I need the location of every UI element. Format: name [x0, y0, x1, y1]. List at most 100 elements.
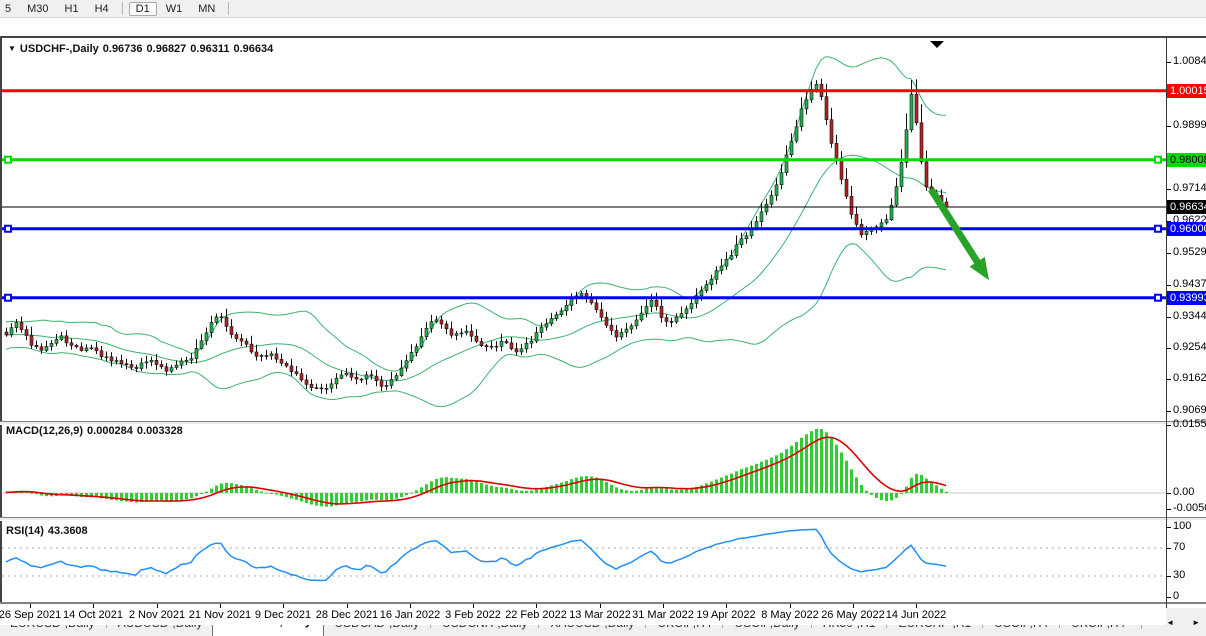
support-blue-line-2-price-label: 0.93993 — [1167, 291, 1206, 305]
price-tick-tick — [1166, 411, 1171, 412]
price-tick: 0.93445 — [1173, 310, 1206, 322]
rsi-tick: 0 — [1173, 590, 1179, 602]
price-marker-triangle-icon[interactable] — [930, 41, 944, 48]
rsi-name: RSI(14) — [6, 525, 44, 537]
timeframe-toolbar: 5M30H1H4 D1W1MN — [0, 0, 1206, 18]
date-tick — [853, 604, 854, 608]
macd-tick: 0.01555 — [1173, 418, 1206, 430]
time-axis[interactable]: 26 Sep 202114 Oct 20212 Nov 202121 Nov 2… — [0, 604, 1166, 625]
macd-tick: -0.00507 — [1173, 502, 1206, 514]
toolbar-divider — [228, 2, 229, 15]
rsi-line — [6, 529, 946, 580]
date-tick — [790, 604, 791, 608]
macd-indicator-label: MACD(12,26,9)0.0002840.003328 — [6, 425, 187, 437]
price-tick: 0.92545 — [1173, 341, 1206, 353]
macd-tick-tick — [1166, 493, 1171, 494]
close-value: 0.96634 — [233, 43, 273, 55]
rsi-indicator-label: RSI(14)43.3608 — [6, 525, 92, 537]
window-border — [0, 36, 1206, 38]
rsi-tick: 30 — [1173, 569, 1185, 581]
timeframe-button-m30[interactable]: M30 — [20, 2, 55, 16]
date-tick — [473, 604, 474, 608]
date-label: 2 Nov 2021 — [122, 609, 192, 621]
low-value: 0.96311 — [190, 43, 229, 55]
candlesticks[interactable] — [5, 79, 948, 395]
timeframe-button-w1[interactable]: W1 — [159, 2, 190, 16]
date-label: 14 Jun 2022 — [881, 609, 951, 621]
support-blue-line-1-price-label: 0.96000 — [1167, 222, 1206, 236]
rsi-tick-tick — [1166, 527, 1171, 528]
date-tick — [536, 604, 537, 608]
rsi-tick-tick — [1166, 576, 1171, 577]
date-tick — [726, 604, 727, 608]
macd-histogram — [5, 429, 948, 507]
date-label: 13 Mar 2022 — [565, 609, 635, 621]
price-tick: 1.00845 — [1173, 55, 1206, 67]
timeframe-button-h4[interactable]: H4 — [88, 2, 116, 16]
date-tick — [93, 604, 94, 608]
date-label: 21 Nov 2021 — [185, 609, 255, 621]
resistance-red-line-price-label: 1.00015 — [1167, 84, 1206, 98]
rsi-tick: 100 — [1173, 520, 1191, 532]
open-value: 0.96736 — [103, 43, 143, 55]
price-tick: 0.94370 — [1173, 278, 1206, 290]
date-label: 9 Dec 2021 — [248, 609, 318, 621]
timeframe-button-h1[interactable]: H1 — [58, 2, 86, 16]
macd-main-value: 0.000284 — [87, 425, 133, 437]
price-tick: 0.98995 — [1173, 119, 1206, 131]
date-tick — [283, 604, 284, 608]
macd-tick-tick — [1166, 509, 1171, 510]
price-tick-tick — [1166, 317, 1171, 318]
date-tick — [410, 604, 411, 608]
support-blue-line-1-handle[interactable] — [1155, 226, 1161, 232]
high-value: 0.96827 — [147, 43, 187, 55]
date-tick — [916, 604, 917, 608]
date-label: 22 Feb 2022 — [501, 609, 571, 621]
support-blue-line-2-handle[interactable] — [1155, 295, 1161, 301]
price-tick: 0.91620 — [1173, 372, 1206, 384]
trading-terminal: 5M30H1H4 D1W1MN ▼ USDCHF-,Daily 0.96736 0.96… — [0, 0, 1206, 636]
price-tick-tick — [1166, 379, 1171, 380]
timeframe-button-5[interactable]: 5 — [0, 2, 18, 16]
macd-signal-value: 0.003328 — [137, 425, 183, 437]
macd-tick-tick — [1166, 425, 1171, 426]
date-tick — [600, 604, 601, 608]
pane-separator[interactable] — [0, 517, 1206, 521]
dropdown-triangle-icon[interactable]: ▼ — [8, 44, 16, 53]
date-label: 14 Oct 2021 — [58, 609, 128, 621]
date-label: 26 Sep 2021 — [0, 609, 65, 621]
tab-scroll-right-icon[interactable]: ► — [1192, 618, 1200, 627]
date-tick — [347, 604, 348, 608]
tab-scroll-left-icon[interactable]: ◄ — [1166, 618, 1174, 627]
date-label: 28 Dec 2021 — [312, 609, 382, 621]
date-label: 19 Apr 2022 — [691, 609, 761, 621]
level-green-line-handle[interactable] — [1155, 157, 1161, 163]
timeframe-button-d1[interactable]: D1 — [129, 2, 157, 16]
rsi-tick-tick — [1166, 548, 1171, 549]
level-green-line-price-label: 0.98008 — [1167, 153, 1206, 167]
support-blue-line-1-handle[interactable] — [5, 226, 11, 232]
date-label: 31 Mar 2022 — [628, 609, 698, 621]
price-tick-tick — [1166, 126, 1171, 127]
date-tick — [30, 604, 31, 608]
price-tick-tick — [1166, 253, 1171, 254]
window-border — [0, 36, 2, 625]
date-label: 3 Feb 2022 — [438, 609, 508, 621]
date-label: 26 May 2022 — [818, 609, 888, 621]
price-axis-border — [1166, 36, 1167, 625]
price-tick: 0.90695 — [1173, 404, 1206, 416]
level-green-line-handle[interactable] — [5, 157, 11, 163]
timeframe-button-mn[interactable]: MN — [191, 2, 222, 16]
price-tick: 0.97145 — [1173, 182, 1206, 194]
chart-title: ▼ USDCHF-,Daily 0.96736 0.968270.96311 0.966… — [8, 43, 277, 55]
date-tick — [220, 604, 221, 608]
price-tick-tick — [1166, 189, 1171, 190]
chart-window[interactable]: ▼ USDCHF-,Daily 0.96736 0.968270.96311 0.966… — [0, 18, 1206, 608]
symbol-period-label: USDCHF-,Daily — [20, 43, 99, 55]
price-tick-tick — [1166, 285, 1171, 286]
price-tick-tick — [1166, 348, 1171, 349]
date-tick — [663, 604, 664, 608]
date-label: 16 Jan 2022 — [375, 609, 445, 621]
support-blue-line-2-handle[interactable] — [5, 295, 11, 301]
toolbar-divider — [122, 2, 123, 15]
